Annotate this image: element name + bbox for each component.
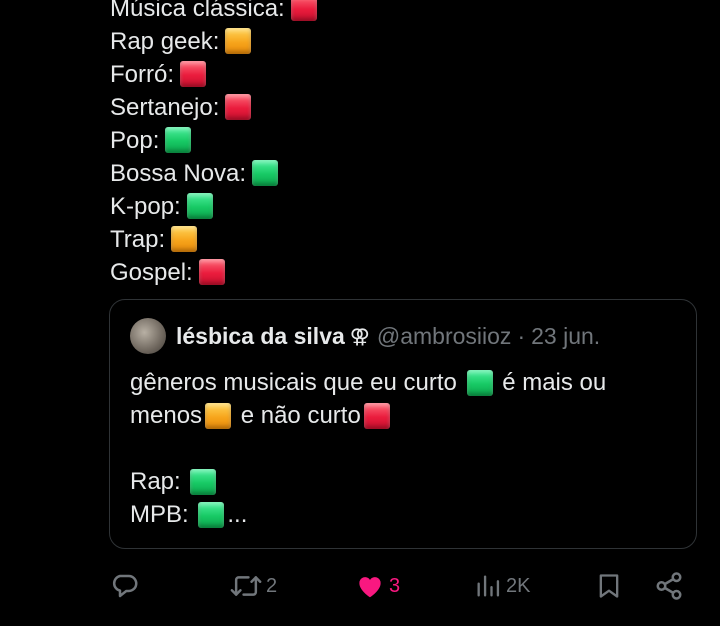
genre-row-gospel: Gospel:	[110, 256, 317, 289]
genre-label: Música clássica:	[110, 0, 285, 22]
quoted-tweet-card[interactable]: lésbica da silva ⚢ @ambrosiioz · 23 jun.…	[109, 299, 697, 549]
genre-row-bossa-nova: Bossa Nova:	[110, 157, 317, 190]
green-square-icon	[198, 501, 225, 528]
yellow-square-icon	[205, 402, 232, 429]
like-button[interactable]: 3	[355, 566, 400, 606]
venus-symbol-icon: ⚢	[349, 325, 370, 348]
green-square-icon	[252, 159, 279, 186]
green-square-icon	[466, 369, 493, 396]
genre-row-kpop: K-pop:	[110, 190, 317, 223]
views-button[interactable]: 2K	[474, 566, 530, 606]
bookmark-icon	[599, 574, 619, 598]
genre-label: Gospel:	[110, 259, 193, 286]
genre-label: Forró:	[110, 61, 175, 88]
share-icon	[656, 572, 682, 600]
genre-label: Rap geek:	[110, 28, 220, 55]
genre-row-pop: Pop:	[110, 124, 317, 157]
bookmark-button[interactable]	[595, 566, 623, 606]
red-square-icon	[225, 93, 252, 120]
genre-row-rap-geek: Rap geek:	[110, 25, 317, 58]
genre-list: Música clássica: Rap geek: Forró: Sertan…	[110, 0, 317, 289]
genre-row-forro: Forró:	[110, 58, 317, 91]
repost-count: 2	[266, 574, 278, 597]
text-segment: gêneros musicais que eu curto	[130, 369, 457, 396]
share-button[interactable]	[654, 566, 684, 606]
green-square-icon	[190, 468, 217, 495]
avatar[interactable]	[130, 318, 166, 354]
genre-label: Bossa Nova:	[110, 160, 247, 187]
yellow-square-icon	[171, 225, 198, 252]
reply-icon	[113, 574, 138, 598]
text-line: MPB: ...	[130, 498, 670, 531]
genre-label: Pop:	[110, 127, 160, 154]
text-line: Rap:	[130, 465, 670, 498]
genre-label: Sertanejo:	[110, 94, 220, 121]
text-segment: Rap:	[130, 468, 181, 495]
red-square-icon	[363, 402, 390, 429]
separator-dot: ·	[517, 322, 526, 349]
repost-icon	[230, 576, 262, 596]
quoted-tweet-header: lésbica da silva ⚢ @ambrosiioz · 23 jun.	[130, 318, 600, 354]
text-line: menos e não curto	[130, 399, 670, 432]
text-segment: menos	[130, 402, 203, 429]
repost-button[interactable]: 2	[230, 566, 277, 606]
genre-row-sertanejo: Sertanejo:	[110, 91, 317, 124]
red-square-icon	[290, 0, 317, 21]
views-icon	[477, 575, 500, 597]
tweet-actions-bar: 2 3 2K	[0, 566, 720, 606]
green-square-icon	[186, 192, 213, 219]
text-line: gêneros musicais que eu curto é mais ou	[130, 366, 670, 399]
reply-button[interactable]	[110, 566, 144, 606]
views-count: 2K	[506, 574, 531, 597]
author-handle[interactable]: @ambrosiioz	[377, 323, 512, 350]
genre-row-musica-classica: Música clássica:	[110, 0, 317, 25]
green-square-icon	[165, 126, 192, 153]
genre-row-trap: Trap:	[110, 223, 317, 256]
text-segment: é mais ou	[502, 369, 607, 396]
ellipsis: ...	[227, 501, 248, 528]
like-count: 3	[389, 574, 401, 597]
tweet-date[interactable]: 23 jun.	[531, 323, 600, 350]
author-name[interactable]: lésbica da silva	[176, 323, 345, 350]
red-square-icon	[198, 258, 225, 285]
text-segment: MPB:	[130, 501, 189, 528]
yellow-square-icon	[225, 27, 252, 54]
quoted-tweet-text: gêneros musicais que eu curto é mais ou …	[130, 366, 670, 531]
text-segment: e não curto	[240, 402, 361, 429]
heart-icon	[359, 577, 381, 598]
red-square-icon	[180, 60, 207, 87]
genre-label: K-pop:	[110, 193, 181, 220]
genre-label: Trap:	[110, 226, 166, 253]
